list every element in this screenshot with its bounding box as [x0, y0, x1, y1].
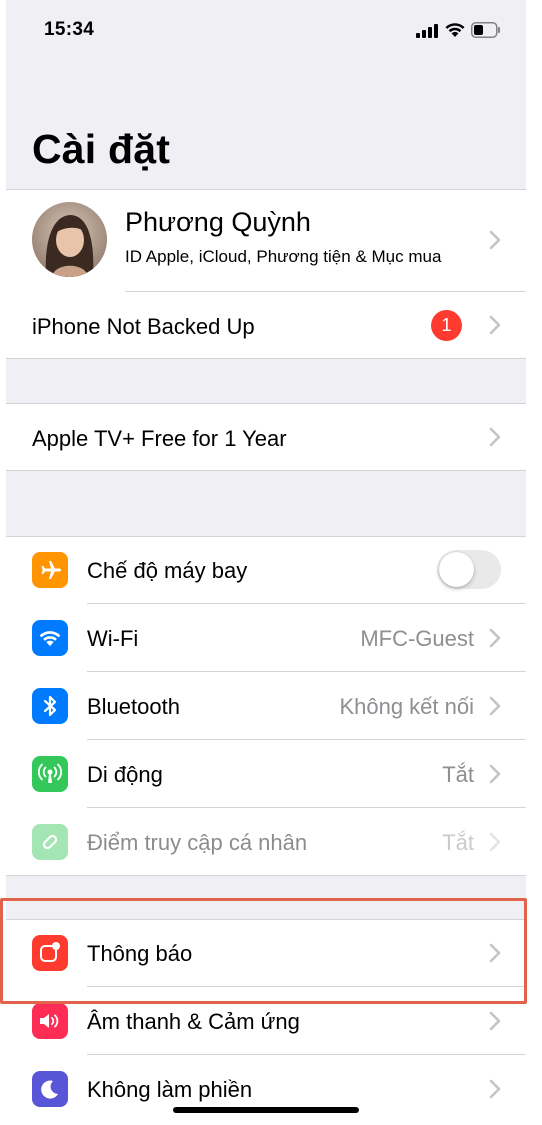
promo-label: Apple TV+ Free for 1 Year [32, 426, 287, 451]
bluetooth-icon [32, 688, 68, 724]
wifi-value: MFC-Guest [360, 626, 474, 651]
badge-count: 1 [431, 310, 462, 341]
status-bar: 15:34 [6, 0, 526, 64]
bluetooth-value: Không kết nối [339, 694, 474, 719]
home-indicator[interactable] [173, 1107, 359, 1113]
notifications-group: Thông báo Âm thanh & Cảm ứng Không làm p… [6, 919, 526, 1125]
cellular-row[interactable]: Di động Tắt [6, 740, 526, 808]
chevron-right-icon [488, 942, 502, 964]
do-not-disturb-label: Không làm phiền [87, 1077, 253, 1102]
chevron-right-icon [488, 426, 502, 448]
chevron-right-icon [488, 695, 502, 717]
wifi-label: Wi-Fi [87, 626, 139, 651]
wifi-icon [32, 620, 68, 656]
profile-name: Phương Quỳnh [125, 207, 311, 237]
airplane-mode-toggle[interactable] [437, 550, 501, 589]
wifi-icon [445, 23, 465, 37]
sounds-haptics-row[interactable]: Âm thanh & Cảm ứng [6, 987, 526, 1055]
page-title: Cài đặt [32, 126, 171, 172]
chevron-right-icon [488, 229, 502, 251]
chevron-right-icon [488, 1010, 502, 1032]
profile-subtitle: ID Apple, iCloud, Phương tiện & Mục mua [125, 247, 442, 266]
connectivity-group: Chế độ máy bay Wi-Fi MFC-Guest Bluetooth… [6, 536, 526, 876]
airplane-icon [32, 552, 68, 588]
cellular-label: Di động [87, 762, 163, 787]
cellular-value: Tắt [442, 762, 474, 787]
airplane-mode-label: Chế độ máy bay [87, 558, 248, 583]
bluetooth-label: Bluetooth [87, 694, 180, 719]
moon-icon [32, 1071, 68, 1107]
airplane-mode-row: Chế độ máy bay [6, 536, 526, 604]
avatar [32, 202, 107, 277]
settings-screen: 15:34 Cài đặt Phương Quỳnh ID Apple, iCl… [6, 0, 526, 1125]
personal-hotspot-row[interactable]: Điểm truy cập cá nhân Tắt [6, 808, 526, 876]
personal-hotspot-value: Tắt [442, 830, 474, 855]
battery-icon [471, 22, 500, 38]
signal-icon [416, 24, 438, 38]
status-time: 15:34 [44, 19, 95, 40]
speaker-icon [32, 1003, 68, 1039]
promo-group: Apple TV+ Free for 1 Year [6, 403, 526, 471]
apple-tv-promo-row[interactable]: Apple TV+ Free for 1 Year [6, 403, 526, 471]
chevron-right-icon [488, 763, 502, 785]
notifications-row[interactable]: Thông báo [6, 919, 526, 987]
notifications-icon [32, 935, 68, 971]
apple-id-row[interactable]: Phương Quỳnh ID Apple, iCloud, Phương ti… [6, 189, 526, 291]
personal-hotspot-icon [32, 824, 68, 860]
cellular-antenna-icon [32, 756, 68, 792]
backup-label: iPhone Not Backed Up [32, 314, 255, 339]
profile-group: Phương Quỳnh ID Apple, iCloud, Phương ti… [6, 189, 526, 359]
chevron-right-icon [488, 1078, 502, 1100]
wifi-row[interactable]: Wi-Fi MFC-Guest [6, 604, 526, 672]
backup-row[interactable]: iPhone Not Backed Up 1 [6, 292, 526, 359]
personal-hotspot-label: Điểm truy cập cá nhân [87, 830, 308, 855]
chevron-right-icon [488, 314, 502, 336]
notifications-label: Thông báo [87, 941, 193, 966]
bluetooth-row[interactable]: Bluetooth Không kết nối [6, 672, 526, 740]
chevron-right-icon [488, 831, 502, 853]
chevron-right-icon [488, 627, 502, 649]
sounds-haptics-label: Âm thanh & Cảm ứng [87, 1009, 300, 1034]
